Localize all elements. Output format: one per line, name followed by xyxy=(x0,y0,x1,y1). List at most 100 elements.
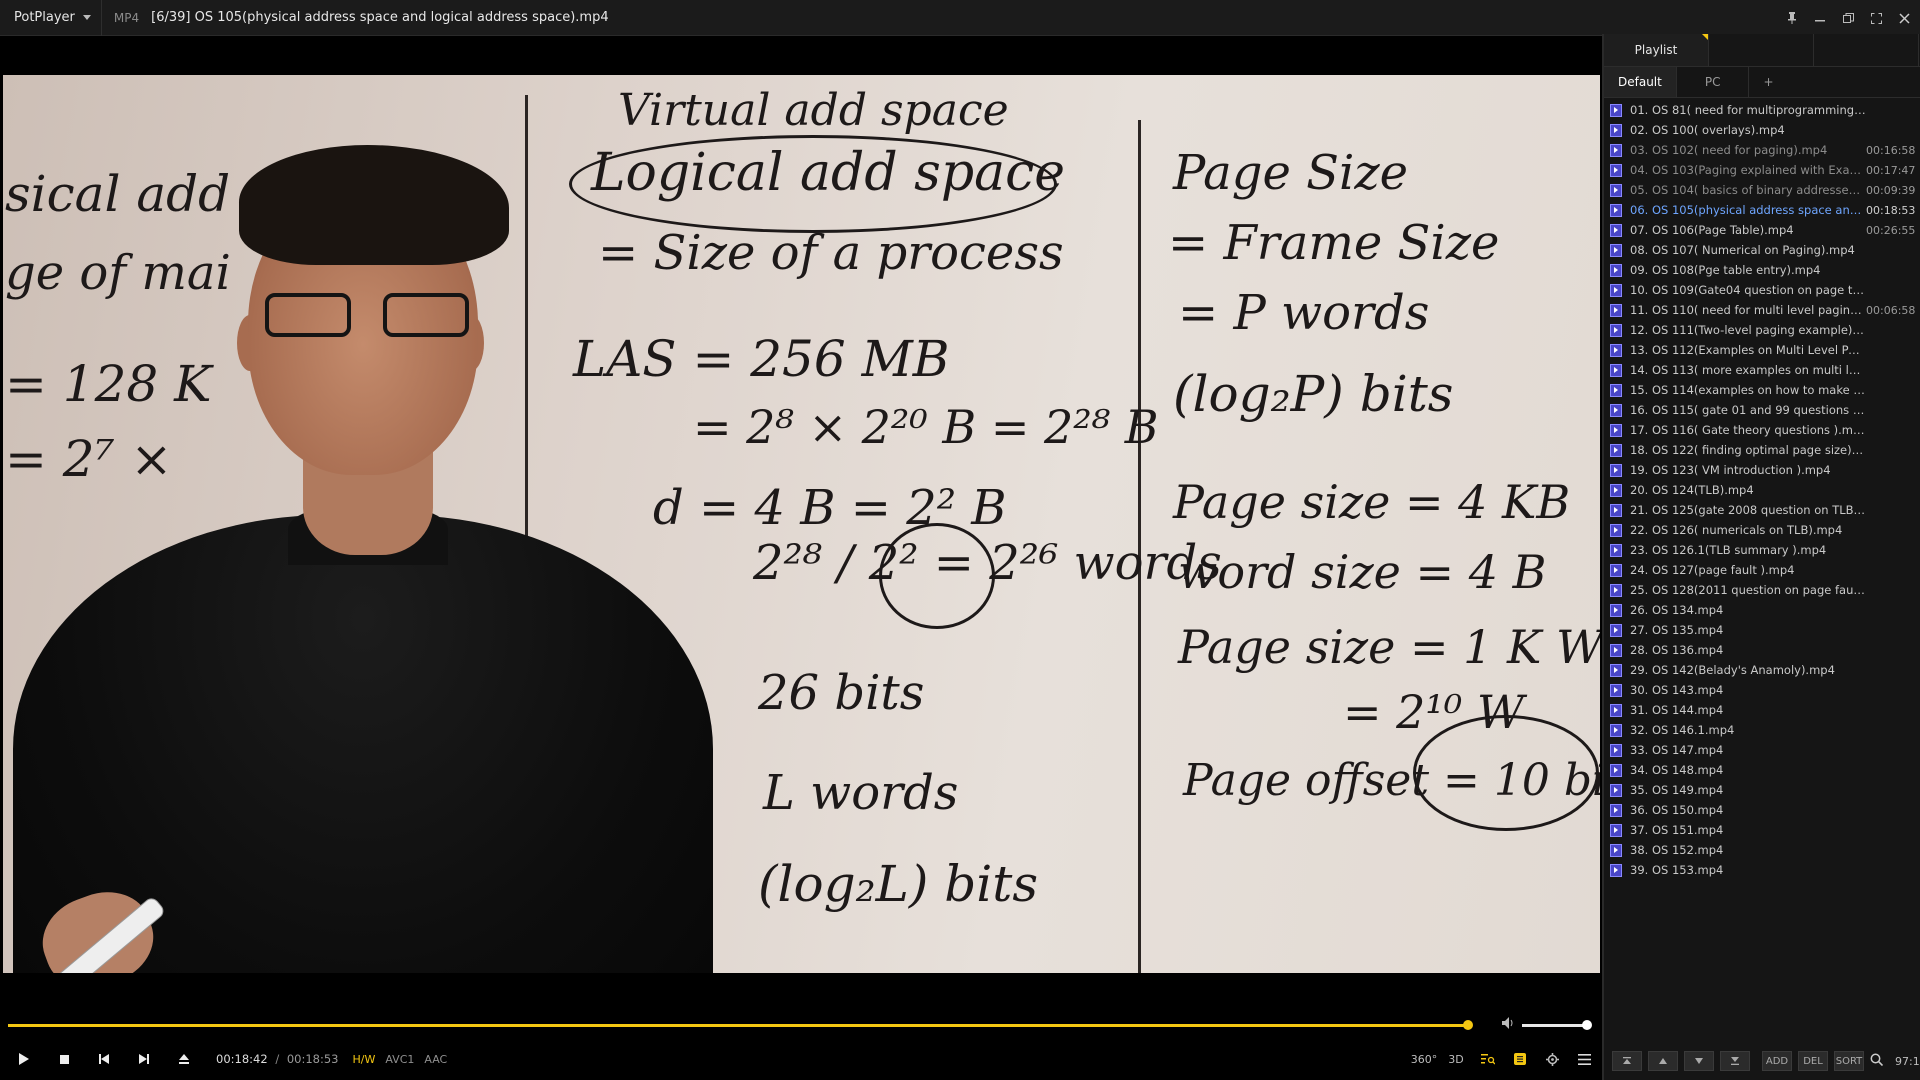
add-button[interactable]: ADD xyxy=(1762,1051,1792,1071)
restore-icon[interactable] xyxy=(1840,10,1856,26)
list-item[interactable]: 10. OS 109(Gate04 question on page table… xyxy=(1604,280,1920,300)
board-text: = Size of a process xyxy=(598,225,1064,281)
stop-button[interactable] xyxy=(44,1040,84,1078)
video-frame[interactable]: sical add ge of mai = 128 K = 2⁷ × Virtu… xyxy=(3,75,1600,973)
video-area[interactable]: sical add ge of mai = 128 K = 2⁷ × Virtu… xyxy=(0,37,1602,1002)
move-bottom-button[interactable] xyxy=(1720,1051,1750,1071)
video-codec-badge[interactable]: AVC1 xyxy=(385,1053,414,1066)
list-item[interactable]: 21. OS 125(gate 2008 question on TLB).mp… xyxy=(1604,500,1920,520)
board-text: = Frame Size xyxy=(1168,215,1500,271)
subtab-default[interactable]: Default xyxy=(1604,67,1677,97)
minimize-icon[interactable] xyxy=(1812,10,1828,26)
previous-button[interactable] xyxy=(84,1040,124,1078)
list-item[interactable]: 29. OS 142(Belady's Anamoly).mp4 xyxy=(1604,660,1920,680)
list-item[interactable]: 15. OS 114(examples on how to make page … xyxy=(1604,380,1920,400)
stereo-3d-button[interactable]: 3D xyxy=(1444,1047,1468,1071)
add-tab-button[interactable]: + xyxy=(1749,67,1787,97)
app-menu-button[interactable]: PotPlayer xyxy=(0,0,102,36)
playlist-list[interactable]: 01. OS 81( need for multiprogramming and… xyxy=(1604,100,1920,880)
video-file-icon xyxy=(1610,443,1622,457)
board-text: (log₂P) bits xyxy=(1173,365,1454,423)
close-icon[interactable] xyxy=(1896,10,1912,26)
list-item[interactable]: 03. OS 102( need for paging).mp4 00:16:58 xyxy=(1604,140,1920,160)
list-item[interactable]: 01. OS 81( need for multiprogramming and… xyxy=(1604,100,1920,120)
list-item[interactable]: 07. OS 106(Page Table).mp4 00:26:55 xyxy=(1604,220,1920,240)
list-item[interactable]: 20. OS 124(TLB).mp4 xyxy=(1604,480,1920,500)
volume-slider[interactable] xyxy=(1522,1024,1588,1027)
video-file-icon xyxy=(1610,563,1622,577)
playlist-footer: ADD DEL SORT 97:12 xyxy=(1604,1042,1920,1080)
playlist-search-icon[interactable] xyxy=(1476,1047,1500,1071)
item-title: 34. OS 148.mp4 xyxy=(1630,763,1724,777)
volume-handle[interactable] xyxy=(1582,1020,1592,1030)
item-title: 30. OS 143.mp4 xyxy=(1630,683,1724,697)
list-item[interactable]: 23. OS 126.1(TLB summary ).mp4 xyxy=(1604,540,1920,560)
video-file-icon xyxy=(1610,203,1622,217)
list-item[interactable]: 09. OS 108(Pge table entry).mp4 xyxy=(1604,260,1920,280)
list-item[interactable]: 02. OS 100( overlays).mp4 xyxy=(1604,120,1920,140)
list-item[interactable]: 18. OS 122( finding optimal page size).m… xyxy=(1604,440,1920,460)
hw-acceleration-badge[interactable]: H/W xyxy=(353,1053,376,1066)
tab-playlist[interactable]: Playlist xyxy=(1604,34,1709,66)
list-item[interactable]: 33. OS 147.mp4 xyxy=(1604,740,1920,760)
playlist-toggle-icon[interactable] xyxy=(1508,1047,1532,1071)
move-up-icon xyxy=(1659,1058,1667,1064)
list-item[interactable]: 08. OS 107( Numerical on Paging).mp4 xyxy=(1604,240,1920,260)
list-item[interactable]: 22. OS 126( numericals on TLB).mp4 xyxy=(1604,520,1920,540)
list-item[interactable]: 39. OS 153.mp4 xyxy=(1604,860,1920,880)
list-item[interactable]: 13. OS 112(Examples on Multi Level Pagin… xyxy=(1604,340,1920,360)
delete-button[interactable]: DEL xyxy=(1798,1051,1828,1071)
pin-icon[interactable] xyxy=(1784,10,1800,26)
window-title: [6/39] OS 105(physical address space and… xyxy=(151,10,609,25)
menu-hamburger-icon[interactable] xyxy=(1572,1047,1596,1071)
volume-icon[interactable] xyxy=(1502,1017,1516,1033)
list-item[interactable]: 12. OS 111(Two-level paging example).mp4 xyxy=(1604,320,1920,340)
vr-360-button[interactable]: 360° xyxy=(1411,1047,1438,1071)
list-item[interactable]: 37. OS 151.mp4 xyxy=(1604,820,1920,840)
item-duration: 00:18:53 xyxy=(1866,203,1916,217)
list-item[interactable]: 24. OS 127(page fault ).mp4 xyxy=(1604,560,1920,580)
settings-gear-icon[interactable] xyxy=(1540,1047,1564,1071)
sort-button[interactable]: SORT xyxy=(1834,1051,1864,1071)
list-item[interactable]: 35. OS 149.mp4 xyxy=(1604,780,1920,800)
list-item[interactable]: 32. OS 146.1.mp4 xyxy=(1604,720,1920,740)
list-item[interactable]: 31. OS 144.mp4 xyxy=(1604,700,1920,720)
list-item[interactable]: 28. OS 136.mp4 xyxy=(1604,640,1920,660)
list-item[interactable]: 06. OS 105(physical address space and lo… xyxy=(1604,200,1920,220)
list-item[interactable]: 27. OS 135.mp4 xyxy=(1604,620,1920,640)
list-item[interactable]: 05. OS 104( basics of binary addresses )… xyxy=(1604,180,1920,200)
fullscreen-icon[interactable] xyxy=(1868,10,1884,26)
video-file-icon xyxy=(1610,803,1622,817)
move-down-button[interactable] xyxy=(1684,1051,1714,1071)
board-text: Virtual add space xyxy=(618,85,1009,136)
play-button[interactable] xyxy=(4,1040,44,1078)
tab-empty[interactable] xyxy=(1709,34,1814,66)
list-item[interactable]: 11. OS 110( need for multi level paging … xyxy=(1604,300,1920,320)
seek-bar[interactable] xyxy=(8,1024,1469,1027)
list-item[interactable]: 17. OS 116( Gate theory questions ).mp4 xyxy=(1604,420,1920,440)
seek-handle[interactable] xyxy=(1463,1020,1474,1030)
list-item[interactable]: 30. OS 143.mp4 xyxy=(1604,680,1920,700)
list-item[interactable]: 25. OS 128(2011 question on page fault )… xyxy=(1604,580,1920,600)
audio-codec-badge[interactable]: AAC xyxy=(424,1053,447,1066)
time-display[interactable]: 00:18:42 / 00:18:53 xyxy=(216,1052,339,1066)
list-item[interactable]: 26. OS 134.mp4 xyxy=(1604,600,1920,620)
list-item[interactable]: 04. OS 103(Paging explained with Exampl.… xyxy=(1604,160,1920,180)
subtab-pc[interactable]: PC xyxy=(1677,67,1750,97)
list-item[interactable]: 36. OS 150.mp4 xyxy=(1604,800,1920,820)
next-button[interactable] xyxy=(124,1040,164,1078)
move-up-button[interactable] xyxy=(1648,1051,1678,1071)
item-title: 33. OS 147.mp4 xyxy=(1630,743,1724,757)
list-item[interactable]: 14. OS 113( more examples on multi level… xyxy=(1604,360,1920,380)
item-title: 19. OS 123( VM introduction ).mp4 xyxy=(1630,463,1831,477)
list-item[interactable]: 16. OS 115( gate 01 and 99 questions on … xyxy=(1604,400,1920,420)
list-item[interactable]: 34. OS 148.mp4 xyxy=(1604,760,1920,780)
list-item[interactable]: 38. OS 152.mp4 xyxy=(1604,840,1920,860)
list-item[interactable]: 19. OS 123( VM introduction ).mp4 xyxy=(1604,460,1920,480)
search-icon[interactable] xyxy=(1870,1053,1884,1070)
open-file-button[interactable] xyxy=(164,1040,204,1078)
board-text: sical add xyxy=(5,165,231,223)
video-file-icon xyxy=(1610,743,1622,757)
tab-empty[interactable] xyxy=(1814,34,1919,66)
move-top-button[interactable] xyxy=(1612,1051,1642,1071)
